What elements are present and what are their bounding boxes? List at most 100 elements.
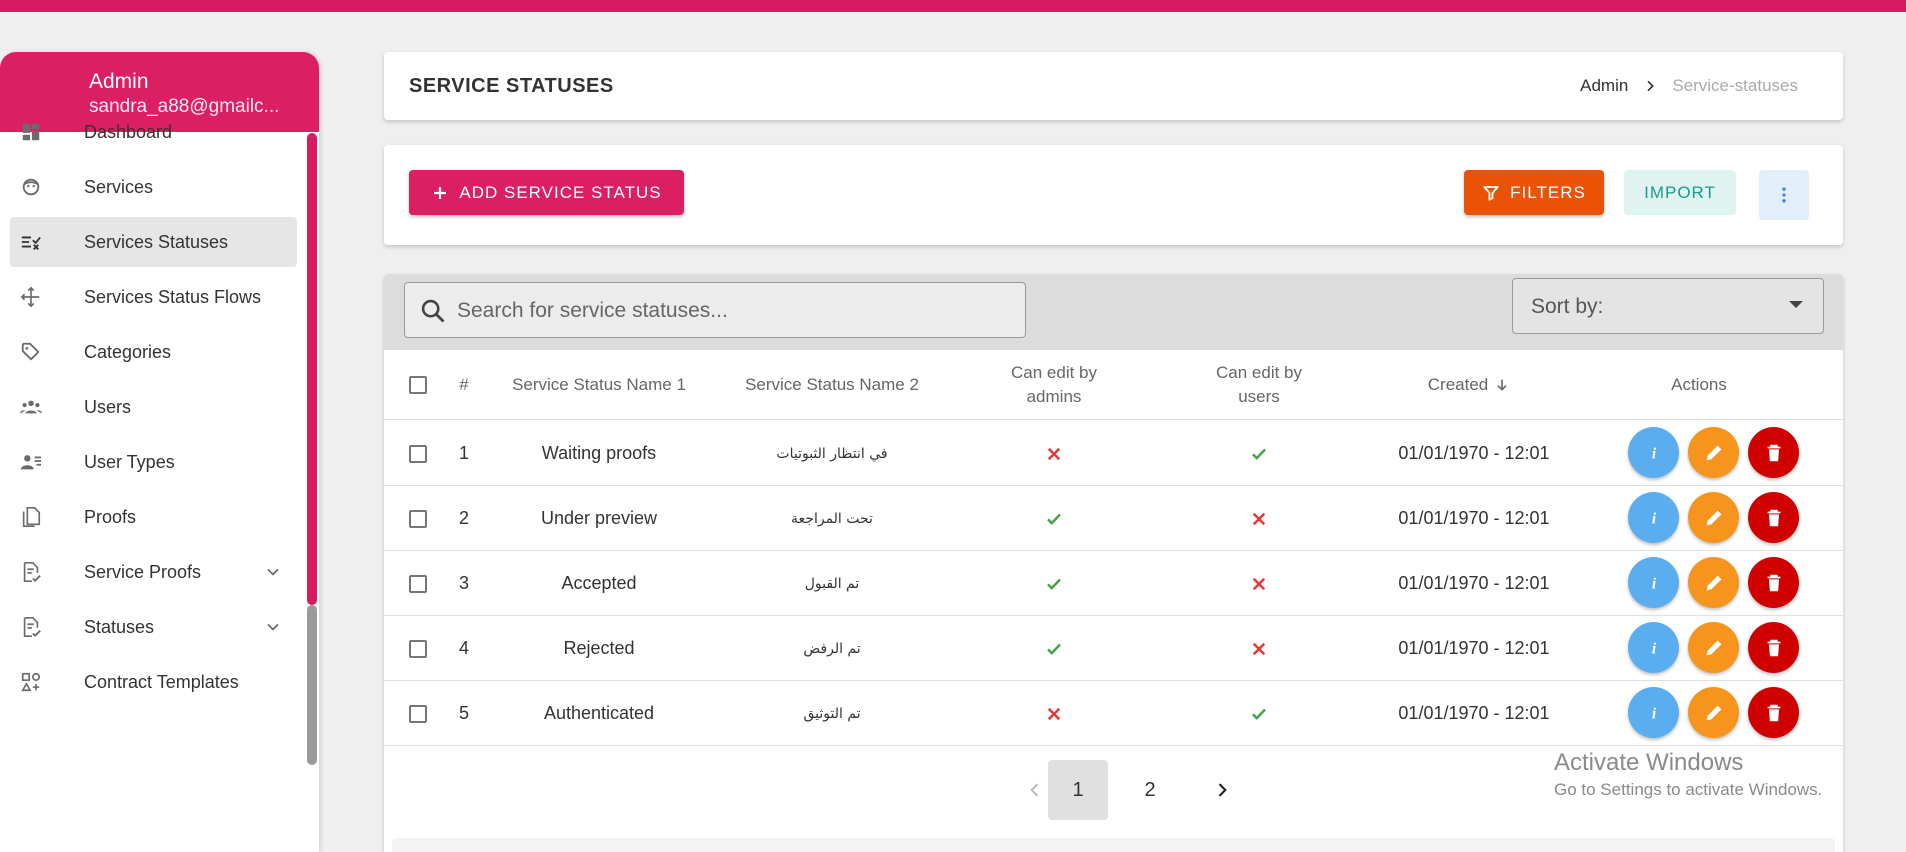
- sidebar-item-dashboard[interactable]: Dashboard: [10, 107, 297, 157]
- search-icon: [421, 299, 445, 323]
- sidebar-item-label: Service Proofs: [84, 561, 202, 582]
- row-select-cell: [404, 681, 432, 746]
- table-row: 4 Rejected تم الرفض 01/01/1970 - 12:01 i: [384, 616, 1843, 681]
- sidebar-item-user-types[interactable]: User Types: [10, 437, 297, 487]
- row-name2: تحت المراجعة: [791, 510, 873, 527]
- table-row: 3 Accepted تم القبول 01/01/1970 - 12:01 i: [384, 551, 1843, 616]
- search-input[interactable]: [457, 293, 997, 329]
- column-header-admins[interactable]: Can edit by admins: [994, 350, 1114, 420]
- row-name2: تم التوثيق: [803, 705, 861, 722]
- sidebar-item-services-statuses[interactable]: Services Statuses: [10, 217, 297, 267]
- sidebar-item-service-proofs[interactable]: Service Proofs: [10, 547, 297, 597]
- table-footer: [392, 838, 1835, 852]
- row-select-cell: [404, 551, 432, 616]
- plus-icon: [434, 186, 447, 199]
- table-row: 2 Under preview تحت المراجعة 01/01/1970 - 1…: [384, 486, 1843, 551]
- cross-icon: [1199, 486, 1319, 551]
- sidebar-item-statuses[interactable]: Statuses: [10, 602, 297, 652]
- trash-icon: [1767, 444, 1780, 461]
- cross-icon: [994, 421, 1114, 486]
- sidebar-item-contract-templates[interactable]: Contract Templates: [10, 657, 297, 707]
- add-service-status-button[interactable]: ADD SERVICE STATUS: [409, 170, 684, 215]
- check-icon: [994, 616, 1114, 681]
- pencil-icon: [1706, 640, 1721, 655]
- page-2-button[interactable]: 2: [1120, 760, 1180, 820]
- next-page-button[interactable]: [1192, 760, 1252, 820]
- more-options-button[interactable]: [1759, 170, 1809, 220]
- filter-icon: [1483, 185, 1499, 201]
- delete-button[interactable]: [1748, 427, 1799, 478]
- sidebar-item-services[interactable]: Services: [10, 162, 297, 212]
- user-types-icon: [20, 451, 42, 473]
- view-details-button[interactable]: i: [1628, 492, 1679, 543]
- pencil-icon: [1706, 705, 1721, 720]
- check-icon: [994, 486, 1114, 551]
- edit-button[interactable]: [1688, 557, 1739, 608]
- column-header-users[interactable]: Can edit by users: [1199, 350, 1319, 420]
- column-header-name1[interactable]: Service Status Name 1: [509, 350, 689, 420]
- select-all-checkbox[interactable]: [409, 376, 427, 394]
- sidebar-item-label: Statuses: [84, 616, 155, 637]
- windows-activation-watermark: Activate Windows Go to Settings to activ…: [1554, 748, 1822, 802]
- breadcrumb-admin[interactable]: Admin: [1580, 76, 1628, 96]
- tags-icon: [20, 341, 42, 363]
- row-select-cell: [404, 616, 432, 681]
- view-details-button[interactable]: i: [1628, 622, 1679, 673]
- view-details-button[interactable]: i: [1628, 687, 1679, 738]
- pencil-icon: [1706, 445, 1721, 460]
- column-header-actions: Actions: [1671, 375, 1727, 394]
- templates-icon: [20, 671, 42, 693]
- breadcrumb-current: Service-statuses: [1672, 76, 1798, 95]
- table-row: 5 Authenticated تم التوثيق 01/01/1970 - 12:…: [384, 681, 1843, 746]
- edit-button[interactable]: [1688, 427, 1739, 478]
- view-details-button[interactable]: i: [1628, 427, 1679, 478]
- import-button[interactable]: IMPORT: [1624, 170, 1736, 215]
- sidebar-scroll-thumb[interactable]: [307, 133, 317, 605]
- info-icon: i: [1651, 445, 1656, 462]
- row-select-cell: [404, 486, 432, 551]
- row-checkbox[interactable]: [409, 509, 427, 528]
- sort-by-label: Sort by:: [1531, 295, 1604, 318]
- search-box[interactable]: [404, 282, 1026, 338]
- delete-button[interactable]: [1748, 557, 1799, 608]
- sidebar-item-services-status-flows[interactable]: Services Status Flows: [10, 272, 297, 322]
- pencil-icon: [1706, 510, 1721, 525]
- row-name2: تم الرفض: [803, 640, 861, 657]
- column-header-created[interactable]: Created: [1394, 350, 1544, 420]
- row-name1: Authenticated: [543, 703, 655, 723]
- table-row: 1 Waiting proofs في انتظار الثبوتيات 01/01/…: [384, 421, 1843, 486]
- arrow-down-icon: [1497, 379, 1507, 391]
- sidebar-item-categories[interactable]: Categories: [10, 327, 297, 377]
- info-icon: i: [1651, 705, 1656, 722]
- chevron-down-icon[interactable]: [263, 562, 283, 582]
- column-header-name2[interactable]: Service Status Name 2: [742, 350, 922, 420]
- row-created: 01/01/1970 - 12:01: [1398, 573, 1550, 593]
- edit-button[interactable]: [1688, 622, 1739, 673]
- page-1-button[interactable]: 1: [1048, 760, 1108, 820]
- sidebar-item-label: Contract Templates: [84, 671, 239, 692]
- sort-by-select[interactable]: Sort by:: [1512, 278, 1824, 334]
- row-created: 01/01/1970 - 12:01: [1398, 703, 1550, 723]
- delete-button[interactable]: [1748, 622, 1799, 673]
- chevron-down-icon[interactable]: [263, 617, 283, 637]
- row-created: 01/01/1970 - 12:01: [1398, 508, 1550, 528]
- edit-button[interactable]: [1688, 687, 1739, 738]
- edit-button[interactable]: [1688, 492, 1739, 543]
- chevron-right-icon: [1218, 783, 1227, 797]
- svg-text:i: i: [1651, 575, 1656, 592]
- filters-button[interactable]: FILTERS: [1464, 170, 1604, 215]
- row-checkbox[interactable]: [409, 444, 427, 463]
- delete-button[interactable]: [1748, 492, 1799, 543]
- row-checkbox[interactable]: [409, 574, 427, 593]
- sidebar-item-label: Users: [84, 396, 132, 417]
- row-name1: Rejected: [563, 638, 635, 658]
- row-checkbox[interactable]: [409, 639, 427, 658]
- info-icon: i: [1651, 575, 1656, 592]
- view-details-button[interactable]: i: [1628, 557, 1679, 608]
- sidebar-item-proofs[interactable]: Proofs: [10, 492, 297, 542]
- row-checkbox[interactable]: [409, 704, 427, 723]
- delete-button[interactable]: [1748, 687, 1799, 738]
- cross-icon: [994, 681, 1114, 746]
- sidebar-item-users[interactable]: Users: [10, 382, 297, 432]
- document-check-icon: [20, 561, 42, 583]
